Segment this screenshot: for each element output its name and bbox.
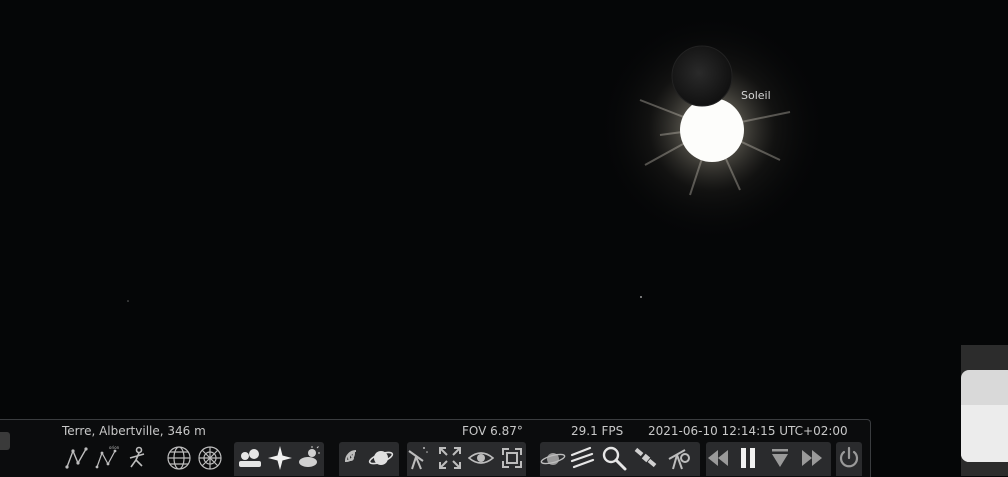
constellation-lines-icon[interactable] [63,442,91,474]
cardinal-points-icon[interactable] [266,442,294,474]
search-icon[interactable] [600,442,628,474]
center-on-object-icon[interactable] [436,442,464,474]
constellation-labels-icon[interactable]: orion [93,442,121,474]
fov-readout: FOV 6.87° [462,424,523,438]
fps-readout: 29.1 FPS [571,424,624,438]
exoplanets-icon[interactable] [539,442,567,474]
left-panel-handle[interactable] [0,432,10,450]
moon-disk[interactable] [671,45,733,107]
star[interactable] [640,296,642,298]
pause-icon[interactable] [734,442,762,474]
equatorial-grid-icon[interactable] [165,442,193,474]
planet-labels-icon[interactable] [367,442,395,474]
star[interactable] [127,300,129,302]
quit-icon[interactable] [835,442,863,474]
nebulae-icon[interactable] [337,442,365,474]
equatorial-mount-icon[interactable] [402,442,430,474]
sun-label[interactable]: Soleil [741,89,771,102]
real-time-icon[interactable] [766,442,794,474]
sun-disk[interactable] [680,98,744,162]
meteor-showers-icon[interactable] [569,442,597,474]
telescope-icon[interactable] [664,442,692,474]
constellation-art-icon[interactable] [122,442,150,474]
ground-icon[interactable] [236,442,264,474]
rewind-icon[interactable] [704,442,732,474]
fullscreen-icon[interactable] [498,442,526,474]
datetime-readout[interactable]: 2021-06-10 12:14:15 UTC+02:00 [648,424,848,438]
location-readout[interactable]: Terre, Albertville, 346 m [62,424,206,438]
night-mode-icon[interactable] [467,442,495,474]
fast-forward-icon[interactable] [798,442,826,474]
atmosphere-icon[interactable] [296,442,324,474]
side-panel-strip [961,405,1008,462]
azimuthal-grid-icon[interactable] [196,442,224,474]
svg-text:orion: orion [109,445,120,450]
sky-view[interactable] [0,0,1008,476]
satellites-icon[interactable] [632,442,660,474]
